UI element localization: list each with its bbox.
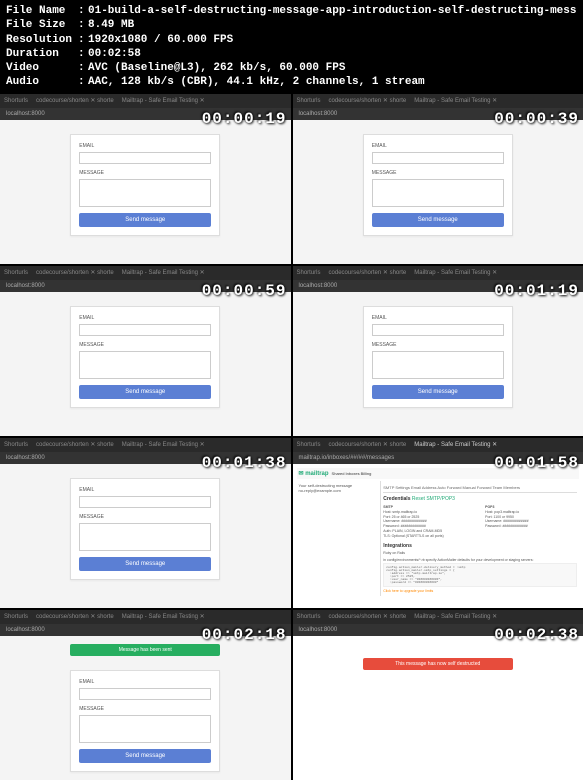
timestamp: 00:00:59 (202, 282, 287, 300)
email-label: EMAIL (79, 143, 211, 149)
resolution-value: 1920x1080 / 60.000 FPS (88, 33, 577, 47)
thumbnail-6[interactable]: 00:01:58 Shorturlscodecourse/shorten ✕ s… (293, 438, 583, 608)
mailtrap-page: ✉ mailtrapShared Inboxes Billing Your se… (293, 464, 583, 608)
message-label: MESSAGE (79, 170, 211, 176)
message-textarea[interactable] (79, 179, 211, 207)
timestamp: 00:00:39 (494, 110, 579, 128)
thumbnail-4[interactable]: 00:01:19 Shorturlscodecourse/shorten ✕ s… (293, 266, 583, 436)
page-content: EMAIL MESSAGE Send message (0, 120, 291, 264)
destroyed-banner: This message has now self destructed (363, 658, 513, 670)
browser-tabs: Shorturlscodecourse/shorten ✕ shorteMail… (293, 94, 583, 108)
video-label: Video (6, 61, 78, 75)
thumbnail-2[interactable]: 00:00:39 Shorturlscodecourse/shorten ✕ s… (293, 94, 583, 264)
thumbnail-8[interactable]: 00:02:38 Shorturlscodecourse/shorten ✕ s… (293, 610, 583, 780)
timestamp: 00:00:19 (202, 110, 287, 128)
file-size-label: File Size (6, 18, 78, 32)
file-info-panel: File Name:01-build-a-self-destructing-me… (0, 0, 583, 94)
success-banner: Message has been sent (70, 644, 220, 656)
thumbnail-3[interactable]: 00:00:59 Shorturlscodecourse/shorten ✕ s… (0, 266, 291, 436)
resolution-label: Resolution (6, 33, 78, 47)
thumbnail-7[interactable]: 00:02:18 Shorturlscodecourse/shorten ✕ s… (0, 610, 291, 780)
video-value: AVC (Baseline@L3), 262 kb/s, 60.000 FPS (88, 61, 577, 75)
thumbnail-grid: 00:00:19 Shorturlscodecourse/shorten ✕ s… (0, 94, 583, 780)
message-form: EMAIL MESSAGE Send message (70, 134, 220, 236)
audio-label: Audio (6, 75, 78, 89)
mailtrap-logo: ✉ mailtrap (299, 470, 329, 477)
file-name-value: 01-build-a-self-destructing-message-app-… (88, 4, 577, 18)
timestamp: 00:02:18 (202, 626, 287, 644)
timestamp: 00:02:38 (494, 626, 579, 644)
duration-value: 00:02:58 (88, 47, 577, 61)
code-block: config.action_mailer.delivery_method = :… (383, 563, 577, 587)
mailtrap-tabs[interactable]: SMTP Settings Email Address Auto Forward… (383, 483, 577, 493)
timestamp: 00:01:38 (202, 454, 287, 472)
duration-label: Duration (6, 47, 78, 61)
file-name-label: File Name (6, 4, 78, 18)
send-button[interactable]: Send message (79, 213, 211, 227)
timestamp: 00:01:19 (494, 282, 579, 300)
timestamp: 00:01:58 (494, 454, 579, 472)
email-input[interactable] (79, 152, 211, 164)
thumbnail-5[interactable]: 00:01:38 Shorturlscodecourse/shorten ✕ s… (0, 438, 291, 608)
mailtrap-sidebar: Your self-destructing messageno-reply@ex… (297, 481, 382, 596)
audio-value: AAC, 128 kb/s (CBR), 44.1 kHz, 2 channel… (88, 75, 577, 89)
browser-tabs: Shorturlscodecourse/shorten ✕ shorteMail… (0, 94, 291, 108)
file-size-value: 8.49 MB (88, 18, 577, 32)
thumbnail-1[interactable]: 00:00:19 Shorturlscodecourse/shorten ✕ s… (0, 94, 291, 264)
